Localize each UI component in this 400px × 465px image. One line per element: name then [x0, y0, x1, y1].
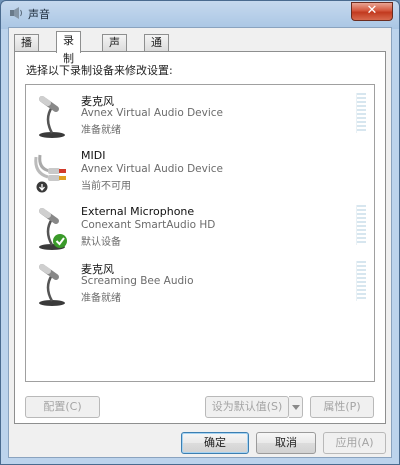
- device-item-microphone-avnex[interactable]: 麦克风 Avnex Virtual Audio Device 准备就绪: [26, 87, 374, 141]
- level-meter: [356, 205, 366, 245]
- recording-device-list[interactable]: 麦克风 Avnex Virtual Audio Device 准备就绪 MIDI…: [25, 84, 375, 382]
- device-description: Avnex Virtual Audio Device: [81, 163, 224, 175]
- speaker-icon: [10, 7, 22, 19]
- device-name: MIDI: [81, 149, 106, 162]
- set-default-dropdown-arrow[interactable]: [289, 396, 303, 418]
- level-meter: [356, 261, 366, 301]
- cancel-button[interactable]: 取消: [256, 432, 316, 454]
- tab-sounds[interactable]: 声音: [102, 34, 127, 64]
- device-item-microphone-screaming-bee[interactable]: 麦克风 Screaming Bee Audio 准备就绪: [26, 255, 374, 309]
- apply-button[interactable]: 应用(A): [323, 432, 386, 454]
- close-button[interactable]: ✕: [351, 2, 393, 21]
- close-icon: ✕: [366, 3, 378, 18]
- device-status: 默认设备: [81, 237, 121, 248]
- device-item-midi[interactable]: MIDI Avnex Virtual Audio Device 当前不可用: [26, 143, 374, 197]
- tab-communications[interactable]: 通信: [144, 34, 169, 64]
- tab-recording[interactable]: 录制: [56, 31, 81, 65]
- microphone-icon: [39, 208, 67, 250]
- ok-button[interactable]: 确定: [181, 432, 249, 454]
- title-bar[interactable]: 声音 ✕: [1, 1, 399, 27]
- device-status: 准备就绪: [81, 293, 121, 304]
- device-name: External Microphone: [81, 205, 195, 218]
- properties-button[interactable]: 属性(P): [310, 396, 374, 418]
- configure-button[interactable]: 配置(C): [25, 396, 100, 418]
- set-default-button[interactable]: 设为默认值(S): [205, 396, 289, 418]
- device-description: Conexant SmartAudio HD: [81, 219, 216, 231]
- default-check-badge-icon: [53, 234, 67, 248]
- dialog-client-area: 播放 录制 声音 通信 选择以下录制设备来修改设置: 麦克风 Avnex Vir…: [8, 27, 392, 458]
- device-item-external-microphone[interactable]: External Microphone Conexant SmartAudio …: [26, 199, 374, 253]
- microphone-icon: [39, 264, 65, 306]
- device-description: Screaming Bee Audio: [81, 275, 194, 287]
- device-description: Avnex Virtual Audio Device: [81, 107, 224, 119]
- sound-dialog-window: 声音 ✕ 播放 录制 声音 通信 选择以下录制设备来修改设置:: [0, 0, 400, 465]
- level-meter: [356, 93, 366, 133]
- rca-cable-icon: [34, 154, 66, 193]
- window-title: 声音: [28, 8, 50, 21]
- tab-playback[interactable]: 播放: [14, 34, 39, 64]
- recording-panel: 选择以下录制设备来修改设置: 麦克风 Avnex Virtual Audio D…: [14, 51, 386, 424]
- instruction-text: 选择以下录制设备来修改设置:: [26, 64, 173, 77]
- device-status: 当前不可用: [81, 181, 131, 192]
- device-status: 准备就绪: [81, 125, 121, 136]
- microphone-icon: [39, 96, 65, 138]
